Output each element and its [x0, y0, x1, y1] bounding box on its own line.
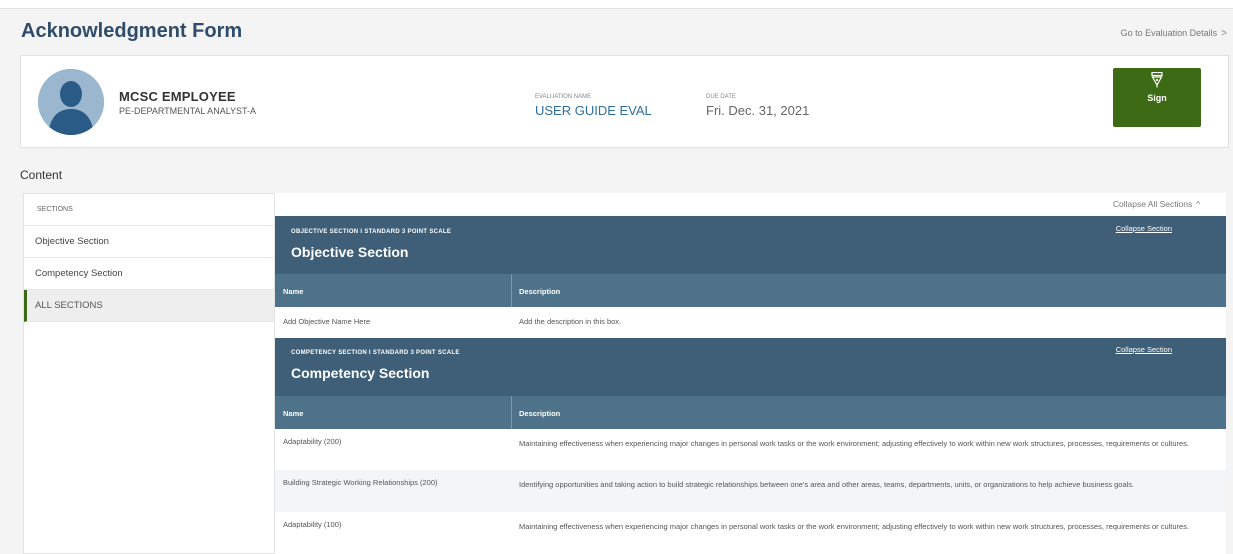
- column-header-name: Name: [283, 409, 304, 418]
- go-to-evaluation-details-link[interactable]: Go to Evaluation Details >: [1121, 28, 1227, 39]
- column-header-name: Name: [283, 287, 304, 296]
- collapse-section-link[interactable]: Collapse Section: [1116, 224, 1172, 233]
- row-description: Add the description in this box.: [519, 317, 622, 326]
- section-subtitle: OBJECTIVE SECTION I STANDARD 3 POINT SCA…: [291, 229, 452, 235]
- collapse-all-sections-link[interactable]: Collapse All Sections ^: [1113, 199, 1200, 209]
- content-heading: Content: [20, 168, 63, 182]
- employee-name: MCSC EMPLOYEE: [119, 89, 236, 104]
- evaluation-name: USER GUIDE EVAL: [535, 103, 652, 118]
- top-bar: [0, 0, 1233, 9]
- chevron-right-icon: >: [1221, 28, 1227, 39]
- sidebar-item-all-sections[interactable]: ALL SECTIONS: [24, 290, 274, 322]
- table-row: Adaptability (200) Maintaining effective…: [275, 429, 1226, 470]
- evaluation-name-label: EVALUATION NAME: [535, 94, 592, 100]
- sections-header: SECTIONS: [24, 194, 274, 226]
- due-date: Fri. Dec. 31, 2021: [706, 103, 810, 118]
- column-header-description: Description: [519, 409, 561, 418]
- sections-sidebar: SECTIONS Objective Section Competency Se…: [23, 193, 275, 554]
- table-row: Adaptability (100) Maintaining effective…: [275, 512, 1226, 554]
- row-description: Maintaining effectiveness when experienc…: [519, 522, 1190, 531]
- row-name: Adaptability (200): [283, 437, 342, 446]
- row-name: Building Strategic Working Relationships…: [283, 478, 438, 487]
- competency-section-header: COMPETENCY SECTION I STANDARD 3 POINT SC…: [275, 338, 1226, 396]
- sidebar-item-objective-section[interactable]: Objective Section: [24, 226, 274, 258]
- go-to-evaluation-details-label: Go to Evaluation Details: [1120, 28, 1218, 38]
- row-description: Identifying opportunities and taking act…: [519, 480, 1135, 489]
- section-subtitle: COMPETENCY SECTION I STANDARD 3 POINT SC…: [291, 350, 460, 356]
- table-row: Building Strategic Working Relationships…: [275, 470, 1226, 512]
- column-header-description: Description: [519, 287, 561, 296]
- table-row: Add Objective Name Here Add the descript…: [275, 307, 1226, 338]
- section-title: Objective Section: [291, 244, 409, 260]
- section-title: Competency Section: [291, 365, 430, 381]
- sign-button-label: Sign: [1147, 93, 1167, 103]
- user-silhouette-icon: [38, 69, 104, 135]
- sign-button[interactable]: Sign: [1113, 68, 1201, 127]
- sidebar-item-competency-section[interactable]: Competency Section: [24, 258, 274, 290]
- row-name: Adaptability (100): [283, 520, 342, 529]
- objective-section-header: OBJECTIVE SECTION I STANDARD 3 POINT SCA…: [275, 216, 1226, 274]
- pen-nib-icon: [1151, 72, 1163, 88]
- table-header: Name Description: [275, 274, 1226, 307]
- column-divider: [511, 396, 512, 429]
- sections-content: Collapse All Sections ^ OBJECTIVE SECTION…: [275, 193, 1226, 554]
- profile-card: MCSC EMPLOYEE PE-DEPARTMENTAL ANALYST-A …: [20, 55, 1229, 148]
- row-name: Add Objective Name Here: [283, 317, 371, 326]
- row-description: Maintaining effectiveness when experienc…: [519, 439, 1190, 448]
- collapse-all-sections-label: Collapse All Sections: [1112, 199, 1193, 209]
- employee-position: PE-DEPARTMENTAL ANALYST-A: [119, 106, 257, 116]
- due-date-label: DUE DATE: [706, 94, 736, 100]
- collapse-section-link[interactable]: Collapse Section: [1116, 345, 1172, 354]
- column-divider: [511, 274, 512, 307]
- table-header: Name Description: [275, 396, 1226, 429]
- page-title: Acknowledgment Form: [21, 20, 243, 42]
- chevron-up-icon: ^: [1196, 200, 1200, 209]
